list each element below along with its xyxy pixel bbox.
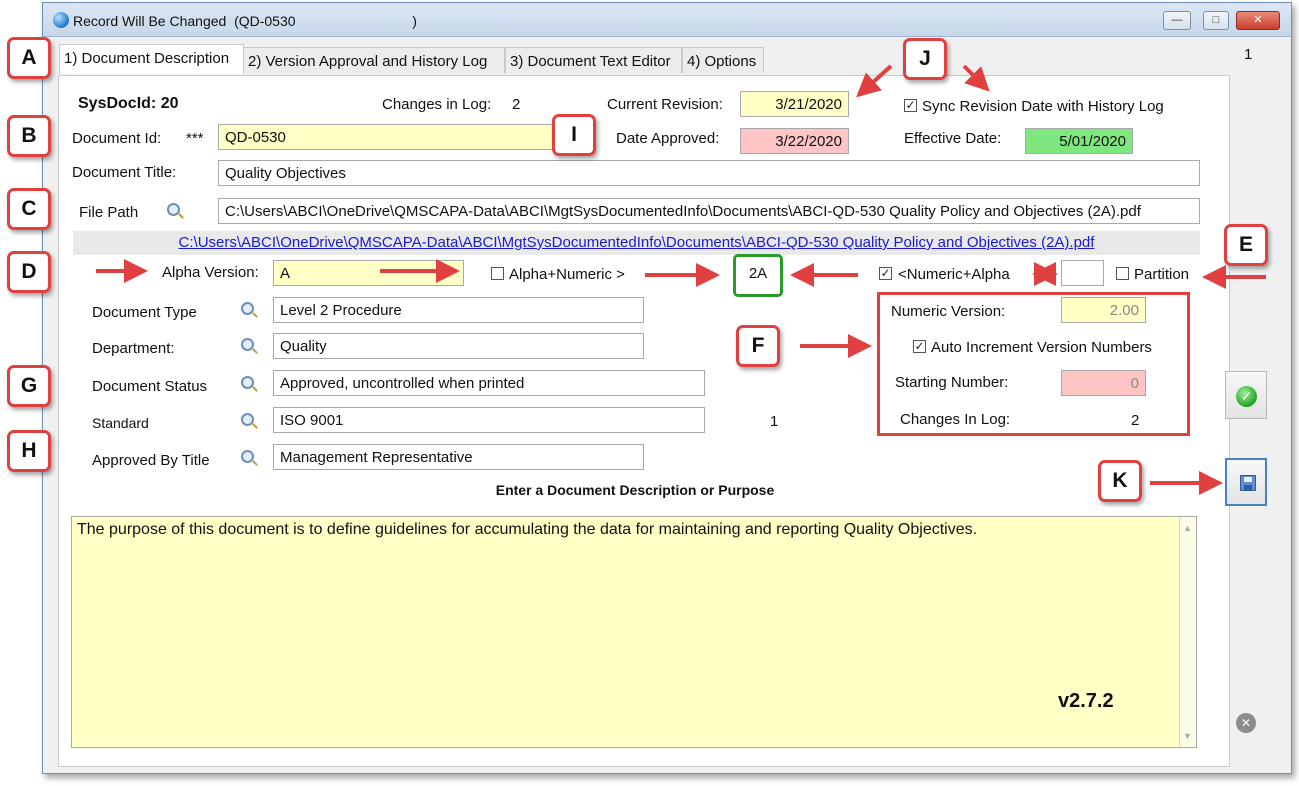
- close-button[interactable]: ✕: [1236, 11, 1280, 30]
- changes-in-log-label: Changes in Log:: [382, 96, 492, 113]
- callout-g: G: [7, 365, 51, 407]
- alpha-version-label: Alpha Version:: [162, 264, 259, 281]
- cancel-icon[interactable]: ✕: [1236, 713, 1256, 733]
- changes-in-log-value: 2: [512, 96, 521, 113]
- alpha-numeric-label: Alpha+Numeric >: [509, 266, 625, 283]
- standard-lookup-icon[interactable]: [241, 413, 254, 426]
- document-title-field[interactable]: Quality Objectives: [218, 160, 1200, 186]
- callout-d: D: [7, 251, 51, 293]
- partition-label: Partition: [1134, 266, 1190, 283]
- description-text: The purpose of this document is to defin…: [77, 521, 978, 538]
- minimize-button[interactable]: —: [1163, 11, 1191, 30]
- description-scrollbar[interactable]: ▲ ▼: [1179, 517, 1196, 747]
- document-type-field[interactable]: Level 2 Procedure: [273, 297, 644, 323]
- date-approved-field[interactable]: 3/22/2020: [740, 128, 849, 154]
- callout-a: A: [7, 37, 51, 79]
- numeric-alpha-label: <Numeric+Alpha: [898, 266, 1010, 283]
- document-id-field[interactable]: QD-0530: [218, 124, 558, 150]
- effective-date-label: Effective Date:: [904, 130, 1002, 147]
- file-path-link[interactable]: C:\Users\ABCI\OneDrive\QMSCAPA-Data\ABCI…: [179, 234, 1095, 251]
- document-status-lookup-icon[interactable]: [241, 376, 254, 389]
- document-title-label: Document Title:: [72, 164, 177, 181]
- maximize-button[interactable]: □: [1203, 11, 1229, 30]
- file-path-label: File Path: [79, 204, 139, 221]
- document-type-lookup-icon[interactable]: [241, 302, 254, 315]
- partition-field[interactable]: [1061, 260, 1104, 286]
- current-revision-label: Current Revision:: [607, 96, 723, 113]
- callout-f: F: [736, 325, 780, 367]
- callout-h: H: [7, 430, 51, 472]
- starting-number-label: Starting Number:: [895, 374, 1009, 391]
- document-type-label: Document Type: [92, 304, 197, 321]
- description-textarea[interactable]: The purpose of this document is to defin…: [71, 516, 1197, 748]
- callout-b: B: [7, 115, 51, 157]
- callout-c: C: [7, 188, 51, 230]
- scroll-down-icon[interactable]: ▼: [1183, 731, 1192, 741]
- file-path-field[interactable]: C:\Users\ABCI\OneDrive\QMSCAPA-Data\ABCI…: [218, 198, 1200, 224]
- file-link-bar: C:\Users\ABCI\OneDrive\QMSCAPA-Data\ABCI…: [73, 231, 1200, 255]
- numeric-version-label: Numeric Version:: [891, 303, 1006, 320]
- globe-icon: [53, 12, 69, 28]
- standard-field[interactable]: ISO 9001: [273, 407, 705, 433]
- approved-by-title-label: Approved By Title: [92, 452, 210, 469]
- required-marker: ***: [186, 130, 204, 147]
- sync-revision-label: Sync Revision Date with History Log: [922, 98, 1164, 115]
- approved-by-title-field[interactable]: Management Representative: [273, 444, 644, 470]
- window-title: Record Will Be Changed (QD-0530 ): [73, 13, 417, 29]
- callout-k: K: [1098, 460, 1142, 502]
- callout-i: I: [552, 114, 596, 156]
- approved-by-lookup-icon[interactable]: [241, 450, 254, 463]
- tab-document-description[interactable]: 1) Document Description: [59, 44, 244, 74]
- standard-count: 1: [770, 413, 779, 430]
- record-counter: 1: [1244, 46, 1253, 63]
- tab-version-approval[interactable]: 2) Version Approval and History Log: [243, 47, 505, 73]
- callout-j: J: [903, 38, 947, 80]
- callout-e: E: [1224, 224, 1268, 266]
- current-revision-field[interactable]: 3/21/2020: [740, 91, 849, 117]
- starting-number-field[interactable]: 0: [1061, 370, 1146, 396]
- version-tag: v2.7.2: [1058, 690, 1114, 712]
- auto-increment-checkbox[interactable]: ✓: [913, 340, 926, 353]
- numeric-alpha-checkbox[interactable]: ✓: [879, 267, 892, 280]
- auto-increment-label: Auto Increment Version Numbers: [931, 339, 1152, 356]
- changes-in-log-group-label: Changes In Log:: [900, 411, 1011, 428]
- document-id-label: Document Id:: [72, 130, 162, 147]
- tab-document-text-editor[interactable]: 3) Document Text Editor: [505, 47, 682, 73]
- partition-checkbox[interactable]: [1116, 267, 1129, 280]
- sysdocid-label: SysDocId: 20: [78, 95, 179, 112]
- save-button[interactable]: [1225, 458, 1267, 506]
- department-lookup-icon[interactable]: [241, 338, 254, 351]
- department-label: Department:: [92, 340, 175, 357]
- effective-date-field[interactable]: 5/01/2020: [1025, 128, 1133, 154]
- title-bar: Record Will Be Changed (QD-0530 ) — □ ✕: [43, 3, 1291, 37]
- accept-button[interactable]: ✓: [1225, 371, 1267, 419]
- standard-label: Standard: [92, 415, 149, 431]
- scroll-up-icon[interactable]: ▲: [1183, 523, 1192, 533]
- tab-options[interactable]: 4) Options: [682, 47, 764, 73]
- numeric-version-field[interactable]: 2.00: [1061, 297, 1146, 323]
- date-approved-label: Date Approved:: [616, 130, 720, 147]
- department-field[interactable]: Quality: [273, 333, 644, 359]
- green-check-icon: ✓: [1236, 386, 1257, 407]
- sync-revision-checkbox[interactable]: ✓: [904, 99, 917, 112]
- alpha-version-field[interactable]: A: [273, 260, 464, 286]
- file-path-lookup-icon[interactable]: [167, 203, 180, 216]
- document-status-label: Document Status: [92, 378, 208, 395]
- document-status-field[interactable]: Approved, uncontrolled when printed: [273, 370, 705, 396]
- changes-in-log-group-value: 2: [1131, 412, 1140, 429]
- combined-version-value: 2A: [748, 265, 768, 282]
- description-heading: Enter a Document Description or Purpose: [495, 482, 775, 498]
- floppy-disk-icon: [1240, 475, 1256, 491]
- alpha-numeric-checkbox[interactable]: [491, 267, 504, 280]
